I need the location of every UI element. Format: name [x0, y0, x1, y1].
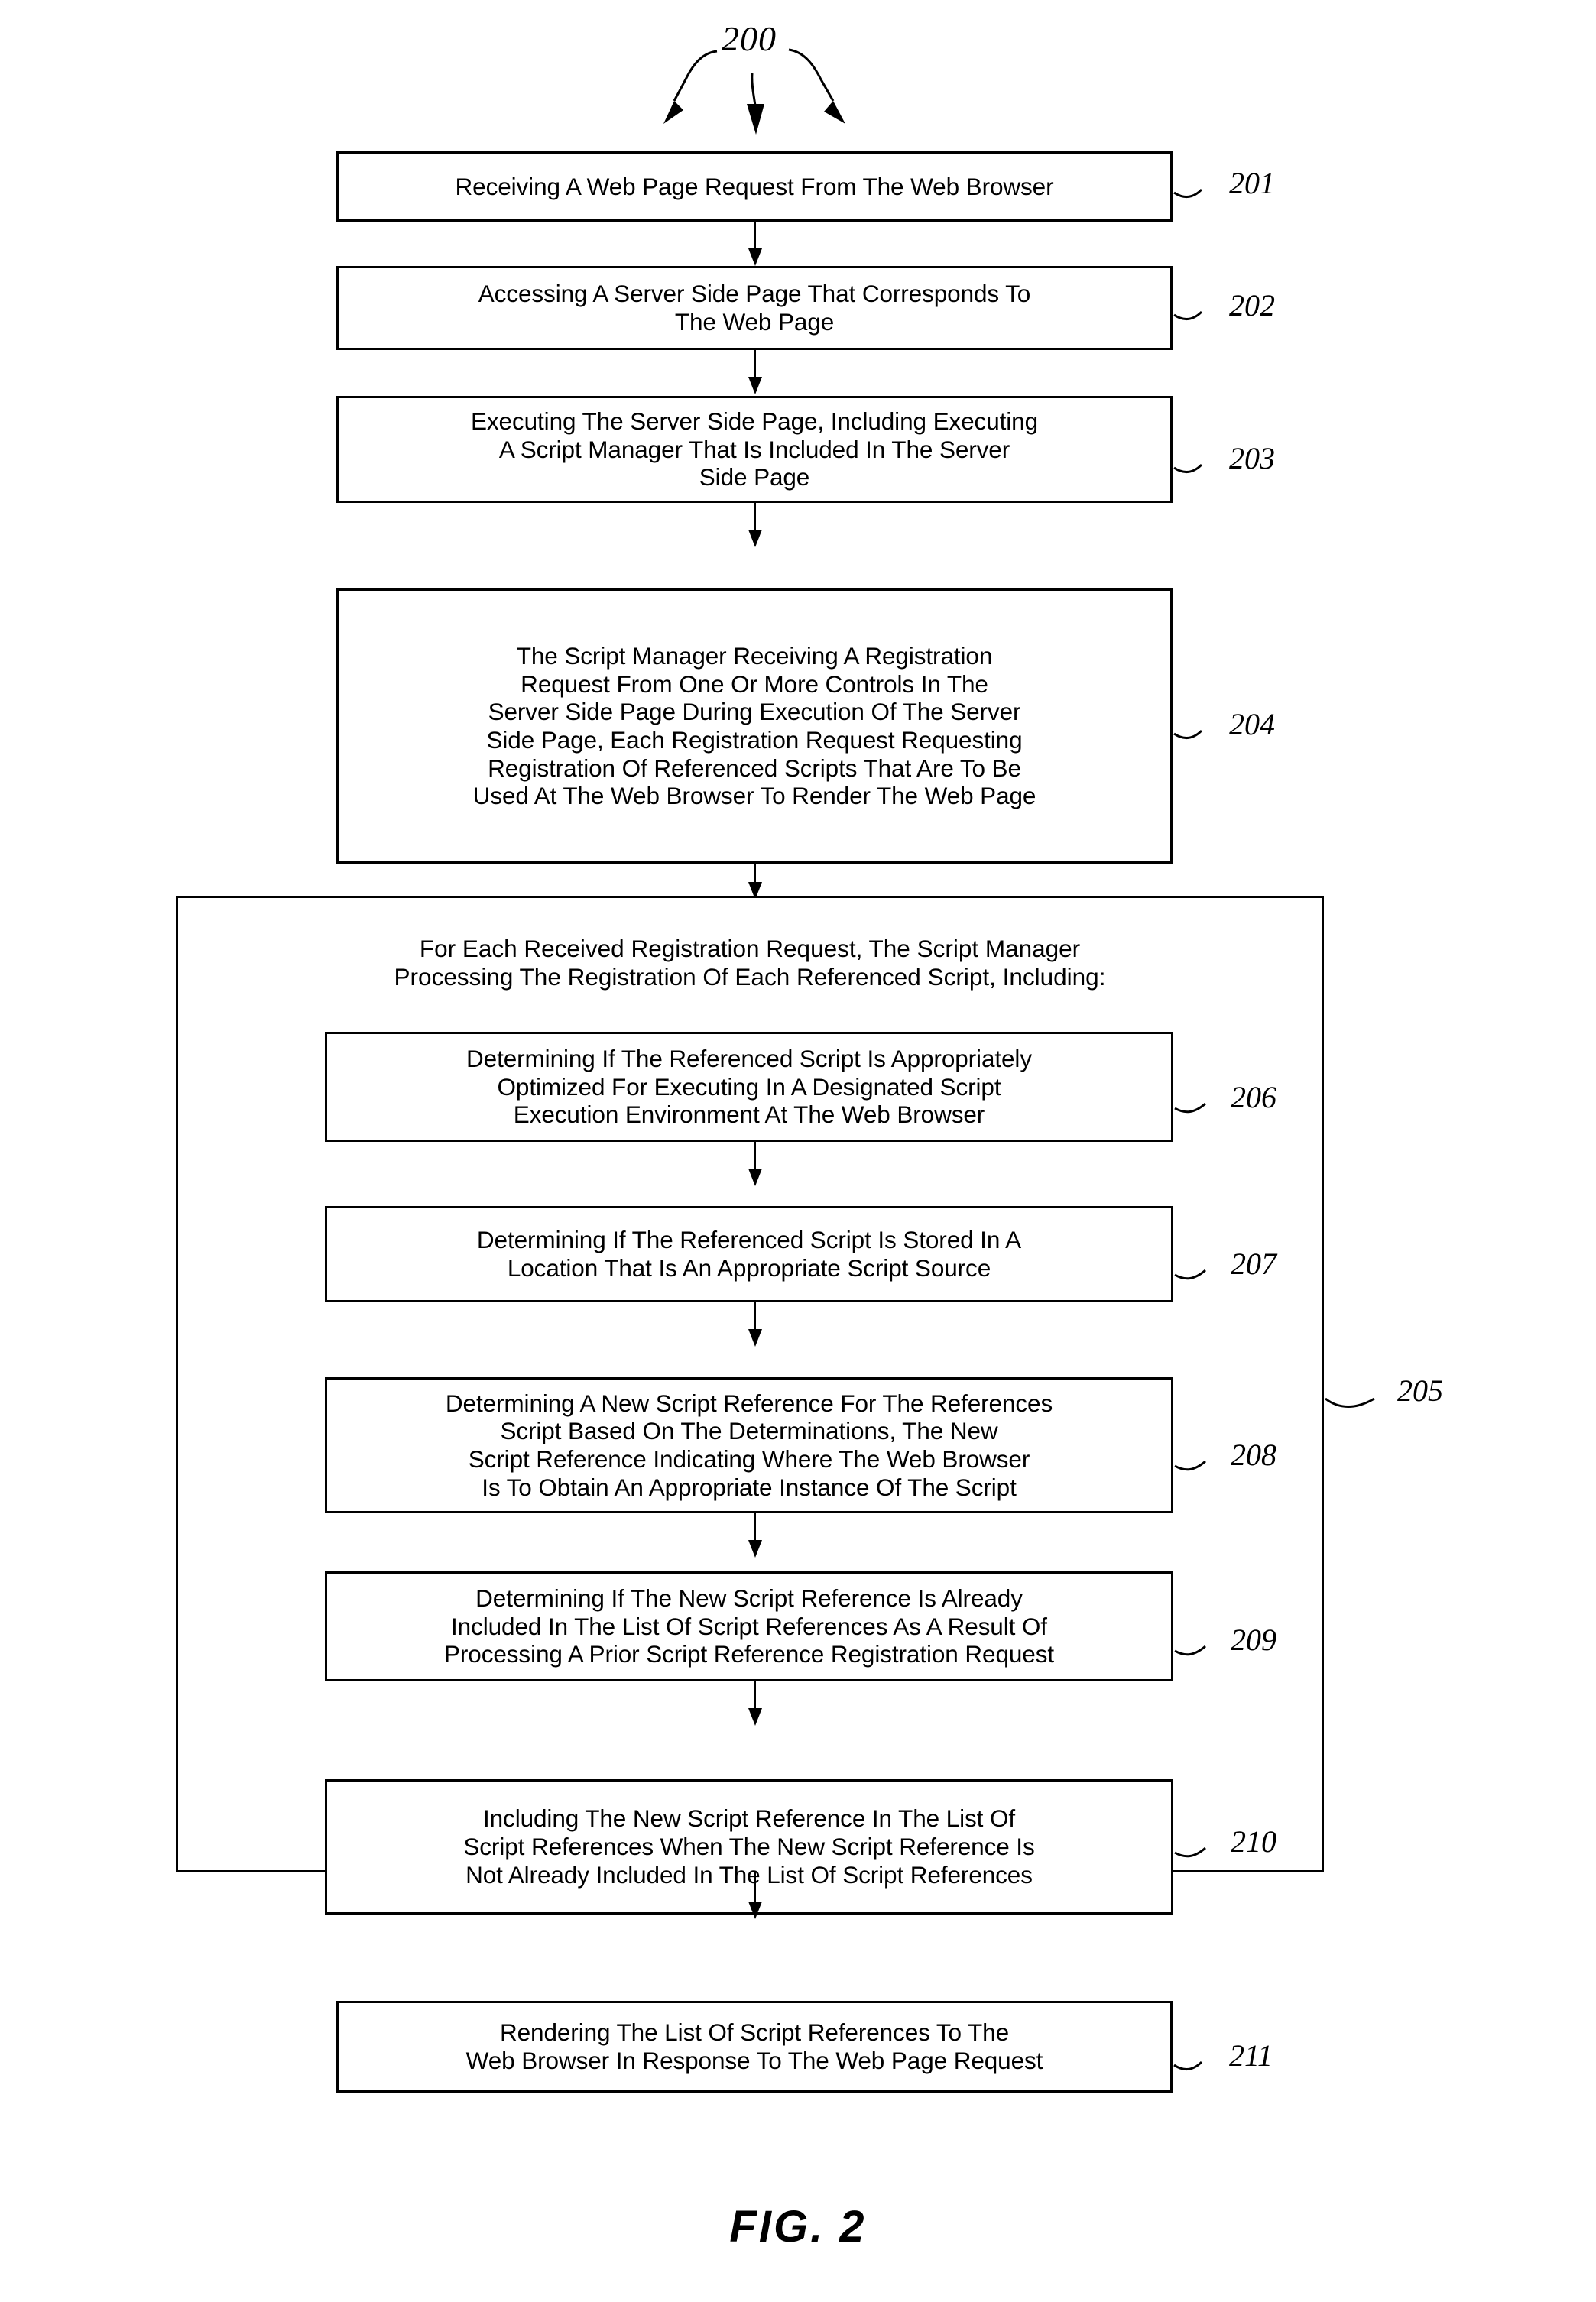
patent-figure-page: 200 Receiving A Web Page Request From Th…: [0, 0, 1596, 2302]
ref-number-205: 205: [1397, 1373, 1443, 1408]
step-box-204-label: The Script Manager Receiving A Registrat…: [472, 641, 1036, 810]
connector-208-209: [744, 1513, 767, 1558]
connector-206-207: [744, 1142, 767, 1186]
step-box-203: Executing The Server Side Page, Includin…: [336, 396, 1173, 503]
ref-number-208: 208: [1231, 1438, 1276, 1472]
ref-number-209: 209: [1231, 1623, 1276, 1657]
connector-202-203: [744, 350, 767, 394]
connector-204-205: [744, 864, 767, 900]
ref-number-207: 207: [1231, 1247, 1276, 1281]
connector-205-211: [744, 1872, 767, 1920]
step-box-206-label: Determining If The Referenced Script Is …: [466, 1044, 1032, 1129]
connector-207-208: [744, 1302, 767, 1347]
ref-number-206: 206: [1231, 1080, 1276, 1114]
ref-number-203: 203: [1229, 441, 1275, 475]
group-box-205-header: For Each Received Registration Request, …: [394, 935, 1106, 991]
step-box-201: Receiving A Web Page Request From The We…: [336, 151, 1173, 222]
step-box-201-label: Receiving A Web Page Request From The We…: [455, 172, 1054, 200]
step-box-208-label: Determining A New Script Reference For T…: [445, 1389, 1053, 1501]
step-box-209: Determining If The New Script Reference …: [325, 1571, 1173, 1681]
step-box-202-label: Accessing A Server Side Page That Corres…: [478, 280, 1031, 336]
step-box-207-label: Determining If The Referenced Script Is …: [476, 1226, 1022, 1282]
ref-number-202: 202: [1229, 288, 1275, 323]
diagram-ref-number-200: 200: [722, 19, 777, 58]
connector-209-210: [744, 1681, 767, 1726]
step-box-211-label: Rendering The List Of Script References …: [466, 2018, 1043, 2074]
step-box-203-label: Executing The Server Side Page, Includin…: [470, 407, 1039, 491]
figure-caption: FIG. 2: [729, 2202, 867, 2252]
step-box-202: Accessing A Server Side Page That Corres…: [336, 266, 1173, 350]
ref-number-210: 210: [1231, 1824, 1276, 1859]
ref-number-211: 211: [1229, 2038, 1273, 2073]
connector-203-204: [744, 503, 767, 547]
ref-number-201: 201: [1229, 166, 1275, 200]
step-box-209-label: Determining If The New Script Reference …: [443, 1584, 1055, 1668]
step-box-208: Determining A New Script Reference For T…: [325, 1377, 1173, 1513]
step-box-211: Rendering The List Of Script References …: [336, 2001, 1173, 2093]
step-box-207: Determining If The Referenced Script Is …: [325, 1206, 1173, 1302]
ref-number-204: 204: [1229, 707, 1275, 741]
step-box-206: Determining If The Referenced Script Is …: [325, 1032, 1173, 1142]
connector-201-202: [744, 222, 767, 266]
step-box-204: The Script Manager Receiving A Registrat…: [336, 588, 1173, 864]
